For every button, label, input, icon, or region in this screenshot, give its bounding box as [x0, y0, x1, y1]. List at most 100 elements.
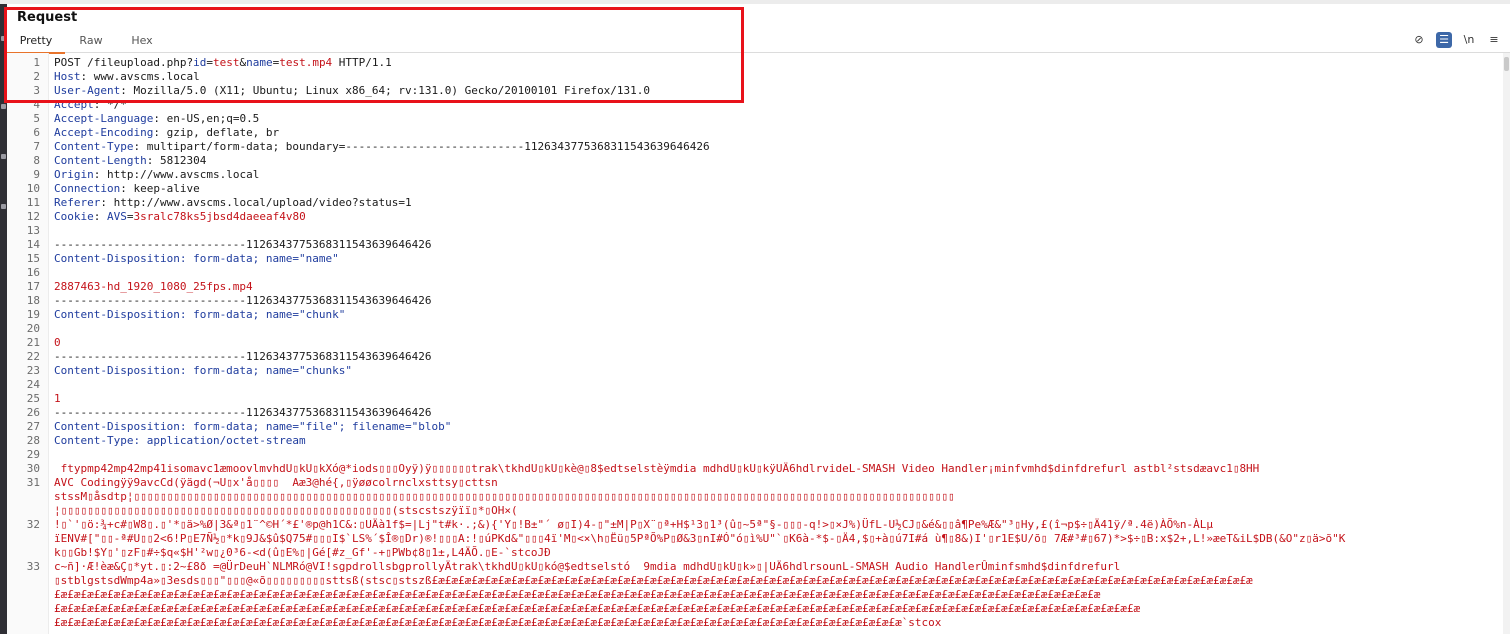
line-number: 20	[26, 322, 40, 335]
code-token: :	[80, 70, 94, 83]
tab-hex[interactable]: Hex	[123, 33, 161, 52]
code-line: Content-Disposition: form-data; name="na…	[54, 252, 1494, 266]
body-binary-line: ¦▯▯▯▯▯▯▯▯▯▯▯▯▯▯▯▯▯▯▯▯▯▯▯▯▯▯▯▯▯▯▯▯▯▯▯▯▯▯▯…	[54, 504, 1494, 518]
line-number: 25	[26, 392, 40, 405]
dock-marker	[1, 36, 6, 41]
code-token: 1	[54, 392, 61, 405]
code-token: c~ñ]·Æ!èæ&Ç▯*yt.▯:2~£8ð =@ÜrDeuH`NLMRó@V…	[54, 560, 1121, 573]
code-token: :	[93, 210, 107, 223]
code-line: Content-Disposition: form-data; name="fi…	[54, 420, 1494, 434]
line-number: 1	[33, 56, 40, 69]
code-token: £æ£æ£æ£æ£æ£æ£æ£æ£æ£æ£æ£æ£æ£æ£æ£æ£æ£æ£æ£æ…	[54, 602, 1141, 615]
pretty-toggle-icon[interactable]: ☰	[1436, 32, 1452, 48]
request-editor[interactable]: 1 POST /fileupload.php?id=test&name=test.…	[7, 53, 1503, 634]
code-line: 1	[54, 392, 1494, 406]
body-binary-line: £æ£æ£æ£æ£æ£æ£æ£æ£æ£æ£æ£æ£æ£æ£æ£æ£æ£æ£æ£æ…	[54, 602, 1494, 616]
line-number: 28	[26, 434, 40, 447]
code-line: POST /fileupload.php?id=test&name=test.m…	[54, 56, 1494, 70]
code-line: -----------------------------11263437753…	[54, 238, 1494, 252]
code-token: ïENV#["▯▯-ª#U▯▯2<6!P▯E7Ñ½▯*k▯9J&$û$Q75#▯…	[54, 532, 1346, 545]
code-token: www.avscms.local	[93, 70, 200, 83]
tab-raw[interactable]: Raw	[71, 33, 111, 52]
vertical-scrollbar[interactable]	[1503, 53, 1510, 634]
line-number: 15	[26, 252, 40, 265]
code-line: Content-Type: application/octet-stream	[54, 434, 1494, 448]
line-number: 17	[26, 280, 40, 293]
code-token: AVS	[107, 210, 127, 223]
line-number: 10	[26, 182, 40, 195]
code-token: Content-Disposition: form-data; name="na…	[54, 252, 339, 265]
code-line: Cookie: AVS=3sralc78ks5jbsd4daeeaf4v80	[54, 210, 1494, 224]
code-token: name	[246, 56, 273, 69]
line-number: 3	[33, 84, 40, 97]
code-line: Accept: */*	[54, 98, 1494, 112]
body-binary-line: k▯▯Gb!$Y▯'▯zF▯#÷$q«$H'²w▯¿0³6-<d(û▯E%▯|G…	[54, 546, 1494, 560]
newline-toggle[interactable]: \n	[1461, 32, 1477, 48]
code-token: http://www.avscms.local/upload/video?sta…	[113, 196, 412, 209]
code-token: test	[212, 56, 240, 69]
dock-marker	[1, 154, 6, 159]
code-line: -----------------------------11263437753…	[54, 294, 1494, 308]
code-token: gzip, deflate, br	[166, 126, 280, 139]
code-token: test.mp4	[279, 56, 333, 69]
line-number: 14	[26, 238, 40, 251]
request-panel-header: Request Pretty Raw Hex ⊘ ☰ \n ≡	[7, 4, 1510, 54]
code-token: Connection	[54, 182, 121, 195]
code-token: stssM▯åsdtp¦▯▯▯▯▯▯▯▯▯▯▯▯▯▯▯▯▯▯▯▯▯▯▯▯▯▯▯▯…	[54, 490, 955, 503]
code-token: 5812304	[159, 154, 207, 167]
code-token: -----------------------------11263437753…	[54, 294, 432, 307]
code-token: £æ£æ£æ£æ£æ£æ£æ£æ£æ£æ£æ£æ£æ£æ£æ£æ£æ£æ£æ£æ…	[54, 616, 942, 629]
code-token: -----------------------------11263437753…	[54, 238, 432, 251]
body-binary-line: £æ£æ£æ£æ£æ£æ£æ£æ£æ£æ£æ£æ£æ£æ£æ£æ£æ£æ£æ£æ…	[54, 616, 1494, 630]
code-token: en-US,en;q=0.5	[166, 112, 260, 125]
code-token: POST /fileupload.php?	[54, 56, 194, 69]
code-token: AVC Codingÿÿ9avcCd(ÿägd(¬U▯x'å▯▯▯▯ Aæ3@h…	[54, 476, 498, 489]
code-line: Accept-Encoding: gzip, deflate, br	[54, 126, 1494, 140]
menu-icon[interactable]: ≡	[1486, 32, 1502, 48]
line-number: 33	[26, 560, 40, 573]
code-line: 0	[54, 336, 1494, 350]
code-token: Accept-Encoding	[54, 126, 154, 139]
code-line: 2887463-hd_1920_1080_25fps.mp4	[54, 280, 1494, 294]
line-number: 24	[26, 378, 40, 391]
line-number: 19	[26, 308, 40, 321]
line-number: 7	[33, 140, 40, 153]
code-line: Content-Disposition: form-data; name="ch…	[54, 308, 1494, 322]
code-token: :	[120, 84, 134, 97]
code-token: :	[153, 112, 167, 125]
code-token: Host	[54, 70, 81, 83]
line-number: 27	[26, 420, 40, 433]
body-binary-line: £æ£æ£æ£æ£æ£æ£æ£æ£æ£æ£æ£æ£æ£æ£æ£æ£æ£æ£æ£æ…	[54, 588, 1494, 602]
line-number: 32	[26, 518, 40, 531]
code-token: ¦▯▯▯▯▯▯▯▯▯▯▯▯▯▯▯▯▯▯▯▯▯▯▯▯▯▯▯▯▯▯▯▯▯▯▯▯▯▯▯…	[54, 504, 518, 517]
code-token: */*	[107, 98, 127, 111]
code-token: Content-Type: application/octet-stream	[54, 434, 306, 447]
body-binary-line: AVC Codingÿÿ9avcCd(ÿägd(¬U▯x'å▯▯▯▯ Aæ3@h…	[54, 476, 1494, 490]
code-token: multipart/form-data; boundary=----------…	[146, 140, 710, 153]
code-token: -----------------------------11263437753…	[54, 350, 432, 363]
line-number: 18	[26, 294, 40, 307]
code-token: Origin	[54, 168, 94, 181]
code-line: -----------------------------11263437753…	[54, 350, 1494, 364]
code-line: Accept-Language: en-US,en;q=0.5	[54, 112, 1494, 126]
body-binary-line: c~ñ]·Æ!èæ&Ç▯*yt.▯:2~£8ð =@ÜrDeuH`NLMRó@V…	[54, 560, 1494, 574]
hide-icon[interactable]: ⊘	[1411, 32, 1427, 48]
line-number: 12	[26, 210, 40, 223]
code-token: =	[206, 56, 213, 69]
code-line: Content-Length: 5812304	[54, 154, 1494, 168]
code-token: Content-Disposition: form-data; name="ch…	[54, 364, 353, 377]
code-token: ▯stblgstsdWmp4a»▯3esds▯▯▯"▯▯▯@«õ▯▯▯▯▯▯▯▯…	[54, 574, 1253, 587]
body-binary-line: stssM▯åsdtp¦▯▯▯▯▯▯▯▯▯▯▯▯▯▯▯▯▯▯▯▯▯▯▯▯▯▯▯▯…	[54, 490, 1494, 504]
dock-marker	[1, 104, 6, 109]
code-token: Content-Disposition: form-data; name="fi…	[54, 420, 452, 433]
code-token: 0	[54, 336, 61, 349]
code-line: Content-Type: multipart/form-data; bound…	[54, 140, 1494, 154]
code-token: 3sralc78ks5jbsd4daeeaf4v80	[133, 210, 306, 223]
dock-marker	[1, 204, 6, 209]
code-token: ftypmp42mp42mp41isomavc1æmoovlmvhdU▯kU▯k…	[54, 462, 1260, 475]
code-line: -----------------------------11263437753…	[54, 406, 1494, 420]
tab-pretty[interactable]: Pretty	[7, 33, 65, 54]
body-binary-line: ïENV#["▯▯-ª#U▯▯2<6!P▯E7Ñ½▯*k▯9J&$û$Q75#▯…	[54, 532, 1494, 546]
scrollbar-thumb[interactable]	[1504, 57, 1509, 71]
code-token: :	[146, 154, 160, 167]
